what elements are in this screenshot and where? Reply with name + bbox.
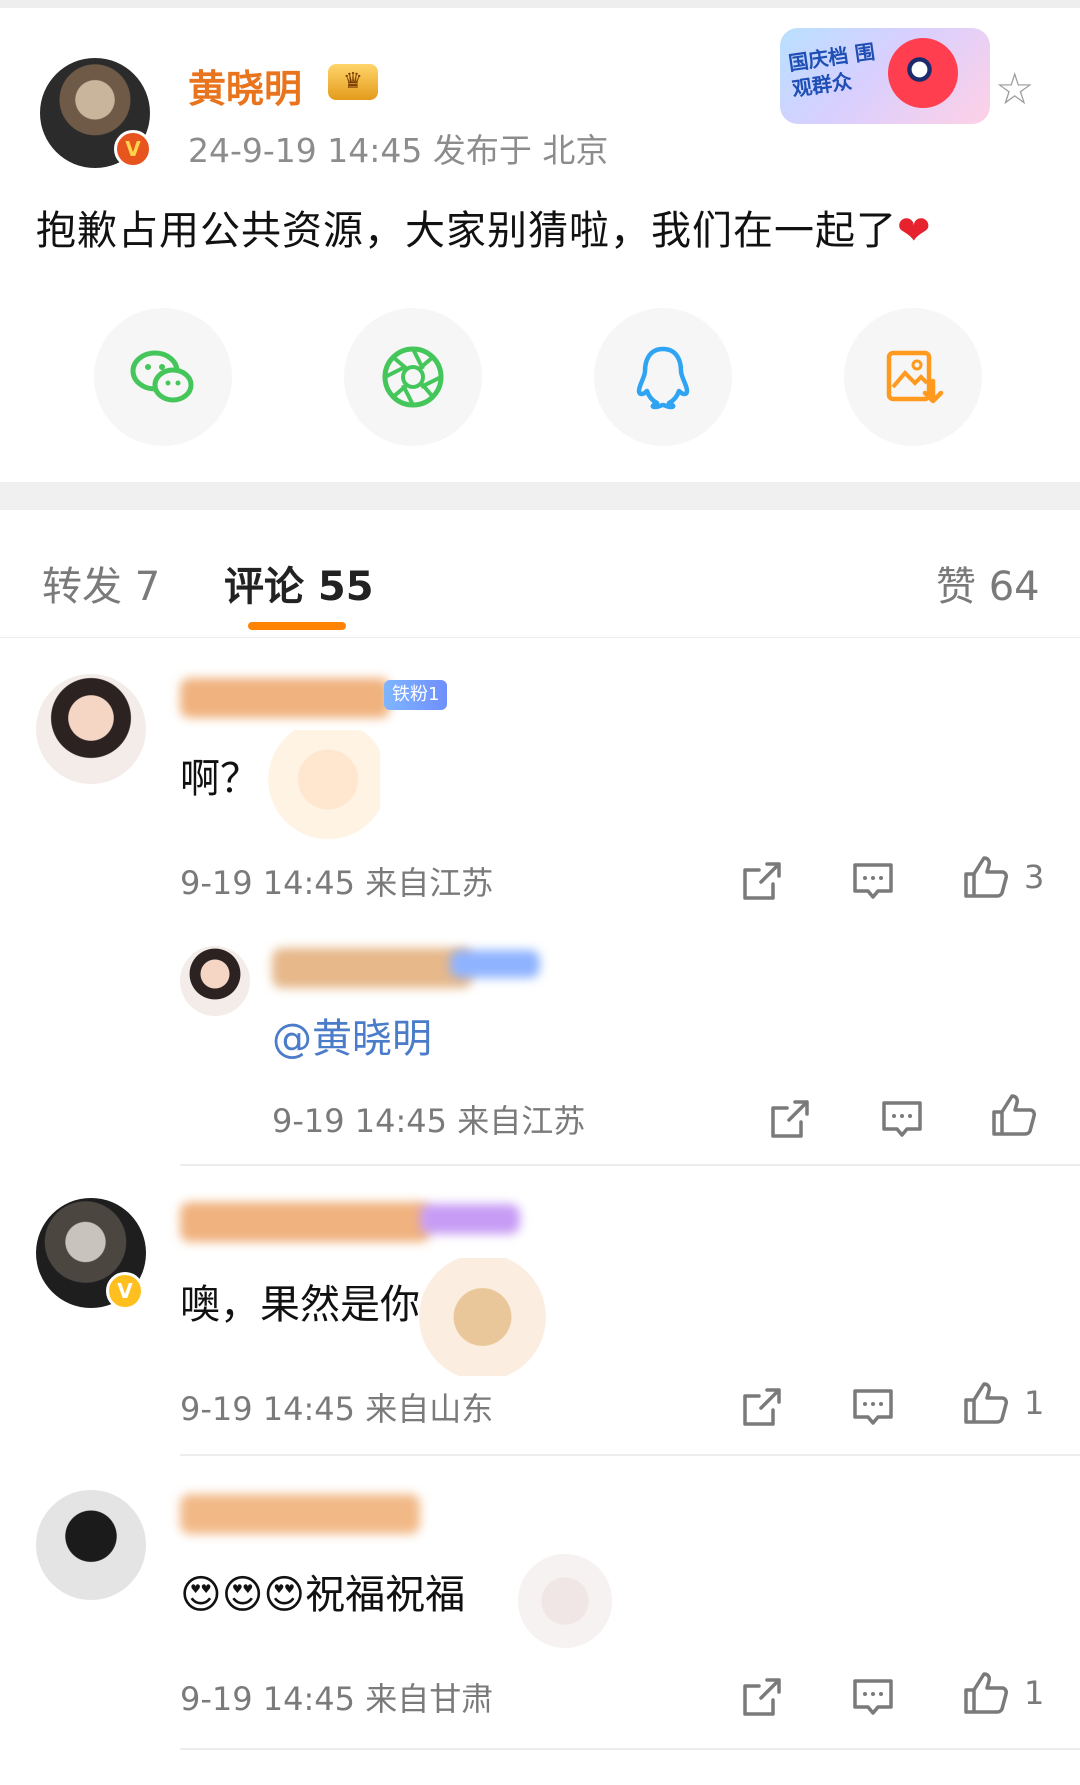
thumbs-up-icon bbox=[964, 1382, 1008, 1424]
separator bbox=[180, 1748, 1080, 1750]
author-name[interactable]: 黄晓明 bbox=[188, 58, 302, 113]
tab-comments[interactable]: 评论 55 bbox=[224, 554, 374, 612]
comment-text: 噢，果然是你 bbox=[180, 1282, 420, 1328]
reply-comment-button[interactable] bbox=[848, 1672, 898, 1722]
commenter-name-blurred[interactable] bbox=[180, 1202, 430, 1242]
separator bbox=[180, 1454, 1080, 1456]
thumbs-up-icon bbox=[964, 856, 1008, 898]
share-comment-button[interactable] bbox=[737, 856, 787, 906]
share-wechat-button[interactable] bbox=[94, 308, 232, 446]
share-row bbox=[0, 308, 1080, 458]
commenter-avatar[interactable] bbox=[36, 674, 146, 784]
top-strip bbox=[0, 0, 1080, 8]
event-banner[interactable]: 国庆档 围观群众 bbox=[780, 28, 990, 124]
commenter-badge-blurred bbox=[420, 1204, 520, 1234]
post-text-body: 抱歉占用公共资源，大家别猜啦，我们在一起了 bbox=[36, 208, 897, 254]
save-image-icon bbox=[886, 350, 944, 404]
post-header: V 黄晓明 ♛ 24-9-19 14:45 发布于 北京 国庆档 围观群众 ☆ … bbox=[0, 8, 1080, 478]
separator bbox=[180, 1164, 1080, 1166]
reply-comment-button[interactable] bbox=[848, 856, 898, 906]
reply-avatar[interactable] bbox=[180, 946, 250, 1016]
fan-badge: 铁粉1 bbox=[384, 680, 448, 710]
reply-badge-blurred bbox=[450, 950, 540, 978]
comment-meta: 9-19 14:45 来自山东 bbox=[180, 1390, 494, 1428]
share-icon bbox=[743, 862, 781, 900]
share-comment-button[interactable] bbox=[737, 1382, 787, 1432]
comment-meta: 9-19 14:45 来自江苏 bbox=[180, 864, 494, 902]
like-comment-button[interactable] bbox=[960, 1378, 1010, 1428]
qq-icon bbox=[636, 346, 690, 410]
comment-icon bbox=[853, 1389, 893, 1425]
share-moments-button[interactable] bbox=[344, 308, 482, 446]
mention-link[interactable]: @黄晓明 bbox=[272, 1006, 432, 1064]
section-divider bbox=[0, 482, 1080, 510]
reply-reply-button[interactable] bbox=[877, 1094, 927, 1144]
comment-icon bbox=[882, 1101, 922, 1137]
save-image-button[interactable] bbox=[844, 308, 982, 446]
share-icon bbox=[743, 1388, 781, 1426]
post-meta: 24-9-19 14:45 发布于 北京 bbox=[188, 131, 609, 170]
tab-likes[interactable]: 赞 64 bbox=[936, 554, 1040, 612]
moments-icon bbox=[382, 346, 444, 408]
crown-icon: ♛ bbox=[328, 64, 378, 100]
share-comment-button[interactable] bbox=[737, 1672, 787, 1722]
wechat-icon bbox=[130, 350, 194, 403]
reply-name-blurred[interactable] bbox=[272, 948, 472, 988]
post-text: 抱歉占用公共资源，大家别猜啦，我们在一起了❤ bbox=[36, 198, 932, 256]
thumbs-up-icon bbox=[964, 1672, 1008, 1714]
share-qq-button[interactable] bbox=[594, 308, 732, 446]
comment-icon bbox=[853, 1679, 893, 1715]
like-count: 3 bbox=[1024, 858, 1045, 896]
tab-bar: 转发 7 评论 55 赞 64 bbox=[0, 510, 1080, 638]
verified-badge-icon: V bbox=[106, 1272, 144, 1310]
comment-meta: 9-19 14:45 来自甘肃 bbox=[180, 1680, 494, 1718]
reply-meta: 9-19 14:45 来自江苏 bbox=[272, 1102, 586, 1140]
share-icon bbox=[771, 1100, 809, 1138]
share-icon bbox=[743, 1678, 781, 1716]
thumbs-up-icon bbox=[992, 1094, 1036, 1136]
comment-sticker bbox=[510, 1546, 620, 1656]
comment-sticker bbox=[400, 1258, 550, 1376]
like-comment-button[interactable] bbox=[960, 1668, 1010, 1718]
comment-sticker bbox=[250, 730, 380, 840]
active-tab-indicator bbox=[248, 622, 346, 630]
banner-text: 国庆档 围观群众 bbox=[786, 39, 877, 102]
like-count: 1 bbox=[1024, 1384, 1045, 1422]
favorite-star-icon[interactable]: ☆ bbox=[995, 68, 1034, 112]
commenter-avatar[interactable] bbox=[36, 1490, 146, 1600]
comment-icon bbox=[853, 863, 893, 899]
like-reply-button[interactable] bbox=[988, 1090, 1038, 1140]
like-count: 1 bbox=[1024, 1674, 1045, 1712]
verified-badge-icon: V bbox=[114, 130, 152, 168]
tab-repost[interactable]: 转发 7 bbox=[42, 554, 160, 612]
like-comment-button[interactable] bbox=[960, 852, 1010, 902]
share-reply-button[interactable] bbox=[765, 1094, 815, 1144]
mascot-icon bbox=[888, 38, 958, 108]
commenter-name-blurred[interactable] bbox=[180, 1494, 420, 1534]
reply-comment-button[interactable] bbox=[848, 1382, 898, 1432]
heart-icon: ❤ bbox=[897, 208, 932, 254]
commenter-name-blurred[interactable] bbox=[180, 678, 390, 718]
comment-text: 😍😍😍祝福祝福 bbox=[180, 1572, 466, 1618]
comment-text: 啊？ bbox=[180, 756, 260, 802]
